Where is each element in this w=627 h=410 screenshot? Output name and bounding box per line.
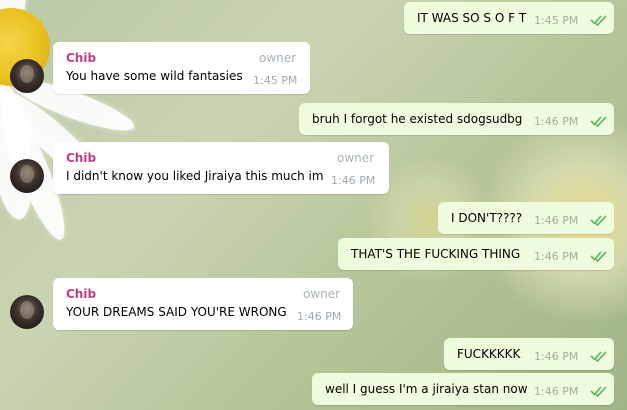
message-bubble-outgoing[interactable]: IT WAS SO S O F T 1:45 PM <box>404 2 614 34</box>
message-time: 1:46 PM <box>534 115 579 128</box>
message-text: YOUR DREAMS SAID YOU'RE WRONG <box>66 305 287 319</box>
message-time: 1:45 PM <box>253 74 298 87</box>
sender-name[interactable]: Chib <box>66 151 96 165</box>
message-bubble-incoming[interactable]: Chib owner YOUR DREAMS SAID YOU'RE WRONG… <box>53 278 353 330</box>
message-bubble-outgoing[interactable]: bruh I forgot he existed sdogsudbg 1:46 … <box>299 103 614 135</box>
sender-name[interactable]: Chib <box>66 51 96 65</box>
message-time: 1:46 PM <box>534 350 579 363</box>
message-time: 1:46 PM <box>534 214 579 227</box>
message-text: You have some wild fantasies <box>66 69 243 83</box>
message-text: well I guess I'm a jiraiya stan now <box>325 382 528 396</box>
member-role-badge: owner <box>303 287 341 301</box>
message-bubble-incoming[interactable]: Chib owner I didn't know you liked Jirai… <box>53 142 389 194</box>
double-check-icon <box>590 116 607 127</box>
message-text: THAT'S THE FUCKING THING <box>351 247 521 261</box>
member-role-badge: owner <box>259 51 297 65</box>
message-bubble-outgoing[interactable]: I DON'T???? 1:46 PM <box>438 202 614 234</box>
message-time: 1:46 PM <box>534 250 579 263</box>
double-check-icon <box>590 215 607 226</box>
message-bubble-outgoing[interactable]: FUCKKKKK 1:46 PM <box>444 338 614 370</box>
message-time: 1:46 PM <box>534 385 579 398</box>
message-text: FUCKKKKK <box>457 347 521 361</box>
message-text: I didn't know you liked Jiraiya this muc… <box>66 169 324 183</box>
sender-name[interactable]: Chib <box>66 287 96 301</box>
avatar[interactable] <box>10 59 44 93</box>
double-check-icon <box>590 386 607 397</box>
double-check-icon <box>590 351 607 362</box>
avatar[interactable] <box>10 159 44 193</box>
message-time: 1:46 PM <box>331 174 376 187</box>
double-check-icon <box>590 251 607 262</box>
message-text: IT WAS SO S O F T <box>417 11 527 25</box>
message-bubble-outgoing[interactable]: THAT'S THE FUCKING THING 1:46 PM <box>338 238 614 270</box>
member-role-badge: owner <box>337 151 375 165</box>
message-bubble-incoming[interactable]: Chib owner You have some wild fantasies … <box>53 42 310 94</box>
message-text: bruh I forgot he existed sdogsudbg <box>312 112 523 126</box>
message-bubble-outgoing[interactable]: well I guess I'm a jiraiya stan now 1:46… <box>312 373 614 405</box>
avatar[interactable] <box>10 295 44 329</box>
double-check-icon <box>590 15 607 26</box>
message-time: 1:46 PM <box>297 310 342 323</box>
message-text: I DON'T???? <box>451 211 523 225</box>
message-time: 1:45 PM <box>534 14 579 27</box>
